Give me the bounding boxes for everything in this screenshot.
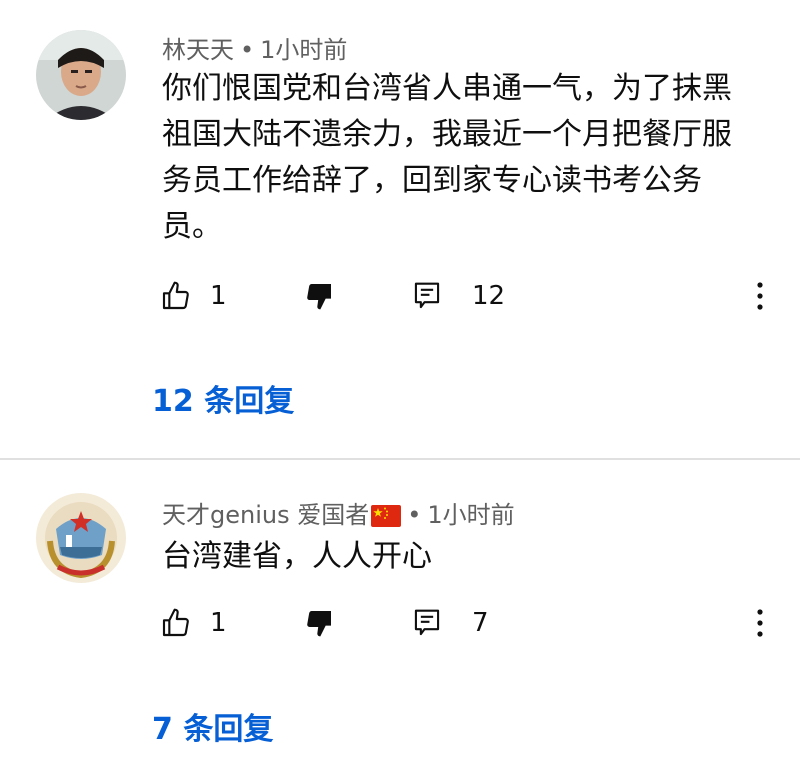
thumbs-down-icon (307, 284, 331, 310)
like-count: 1 (210, 608, 227, 638)
comment-thread-2: 天才genius 爱国者 • 1小时前 台湾建省，人人开心 1 7 7 条回复 (0, 460, 800, 761)
comment-actions: 1 7 (0, 598, 800, 648)
reply-button[interactable]: 12 (412, 271, 505, 321)
dislike-button[interactable] (303, 271, 335, 321)
china-flag-icon (371, 505, 402, 533)
like-button[interactable]: 1 (160, 271, 227, 321)
comment-meta: 林天天 • 1小时前 (162, 30, 347, 65)
more-vertical-icon (757, 609, 763, 637)
like-count: 1 (210, 281, 227, 311)
comment-time[interactable]: 1小时前 (260, 36, 347, 64)
reply-button[interactable]: 7 (412, 598, 489, 648)
comment-meta: 天才genius 爱国者 • 1小时前 (162, 495, 515, 533)
more-actions-button[interactable] (744, 598, 776, 648)
avatar[interactable] (36, 30, 126, 120)
reply-count: 12 (472, 281, 506, 311)
comment-icon (414, 282, 440, 309)
comment-time[interactable]: 1小时前 (427, 501, 514, 529)
more-vertical-icon (757, 282, 763, 310)
comment-icon (414, 609, 440, 636)
meta-separator: • (407, 501, 422, 529)
author-name[interactable]: 林天天 (162, 36, 234, 64)
comment-thread-1: 林天天 • 1小时前 你们恨国党和台湾省人串通一气，为了抹黑 祖国大陆不遗余力，我最… (0, 0, 800, 458)
meta-separator: • (240, 36, 255, 64)
comment-actions: 1 12 (0, 271, 800, 321)
dislike-button[interactable] (303, 598, 335, 648)
view-replies-link[interactable]: 12 条回复 (152, 376, 294, 420)
author-name[interactable]: 天才genius 爱国者 (162, 501, 369, 529)
comment-text: 你们恨国党和台湾省人串通一气，为了抹黑 祖国大陆不遗余力，我最近一个月把餐厅服 … (162, 71, 732, 244)
thumbs-down-icon (307, 611, 331, 637)
emblem-avatar-image (36, 493, 126, 583)
avatar[interactable] (36, 493, 126, 583)
thumbs-up-icon (162, 608, 189, 637)
more-actions-button[interactable] (744, 271, 776, 321)
view-replies-link[interactable]: 7 条回复 (152, 704, 273, 748)
thumbs-up-icon (162, 281, 189, 310)
like-button[interactable]: 1 (160, 598, 227, 648)
comment-text: 台湾建省，人人开心 (162, 539, 432, 574)
reply-count: 7 (472, 608, 489, 638)
avatar-image (36, 30, 126, 120)
